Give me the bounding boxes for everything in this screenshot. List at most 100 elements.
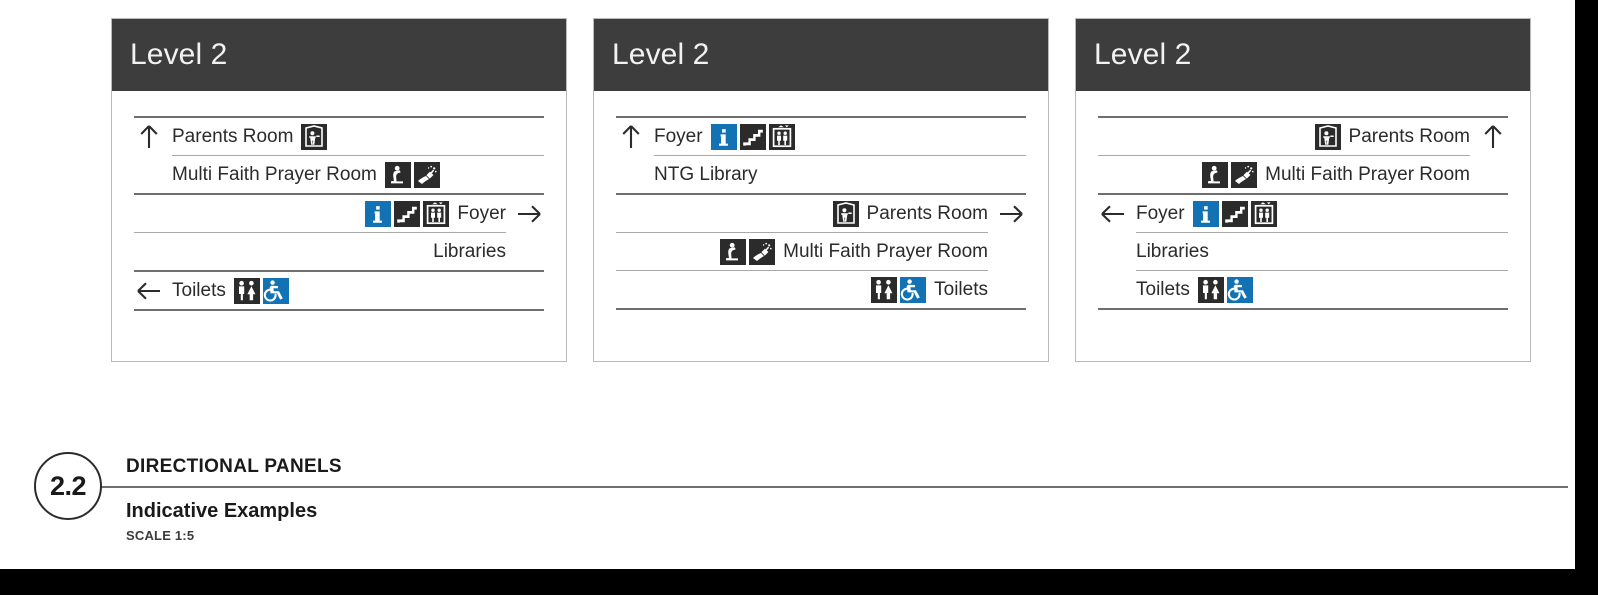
- destination-label: Parents Room: [1348, 126, 1470, 147]
- panel-body: Foyer NTG Library Parents Room Multi Faith …: [594, 91, 1048, 310]
- destination-group: Toilets: [134, 272, 544, 309]
- pictogram-group: [710, 123, 795, 150]
- arrow-up-icon: [1478, 122, 1508, 152]
- directional-row[interactable]: Toilets: [1098, 271, 1508, 308]
- pictogram-group: [384, 161, 440, 188]
- destination-label: Toilets: [1136, 279, 1190, 300]
- directional-row[interactable]: Multi Faith Prayer Room: [616, 233, 1026, 270]
- caption-title: DIRECTIONAL PANELS: [126, 456, 342, 477]
- destination-label: Foyer: [1136, 203, 1185, 224]
- ablution-wash-icon: [1231, 161, 1258, 188]
- ablution-wash-icon: [413, 161, 440, 188]
- directional-row[interactable]: Multi Faith Prayer Room: [134, 156, 544, 193]
- pictogram-group: [1192, 200, 1277, 227]
- destination-label: Parents Room: [172, 126, 294, 147]
- destination-group: Foyer NTG Library: [616, 118, 1026, 193]
- toilets-icon: [871, 276, 898, 303]
- pictogram-group: [301, 123, 328, 150]
- directional-row[interactable]: Parents Room: [134, 118, 544, 155]
- directional-panel: Level 2 Parents Room Multi Faith Prayer Ro…: [111, 18, 567, 362]
- accessible-icon: [900, 276, 927, 303]
- directional-row[interactable]: Parents Room: [616, 195, 1026, 232]
- destination-label: Libraries: [433, 241, 506, 262]
- pictogram-group: [720, 238, 776, 265]
- directional-row[interactable]: Libraries: [1098, 233, 1508, 270]
- stairs-icon: [739, 123, 766, 150]
- directional-row[interactable]: Toilets: [616, 271, 1026, 308]
- arrow-right-icon: [996, 199, 1026, 229]
- destination-label: Parents Room: [866, 203, 988, 224]
- destination-label: Multi Faith Prayer Room: [1265, 164, 1470, 185]
- information-icon: [365, 200, 392, 227]
- directional-row[interactable]: Toilets: [134, 272, 544, 309]
- directional-row[interactable]: NTG Library: [616, 156, 1026, 193]
- panel-level-title: Level 2: [612, 38, 710, 71]
- arrow-left-icon: [1098, 199, 1128, 229]
- parents-room-icon: [832, 200, 859, 227]
- caption-divider: [96, 486, 1568, 488]
- section-number-badge: 2.2: [34, 452, 102, 520]
- arrow-right-icon: [514, 199, 544, 229]
- destination-label: Foyer: [457, 203, 506, 224]
- sheet: Level 2 Parents Room Multi Faith Prayer Ro…: [0, 0, 1575, 569]
- group-divider: [134, 309, 544, 311]
- information-icon: [1192, 200, 1219, 227]
- panel-body: Parents Room Multi Faith Prayer Room Foyer…: [112, 91, 566, 311]
- directional-row[interactable]: Parents Room: [1098, 118, 1508, 155]
- directional-row[interactable]: Libraries: [134, 233, 544, 270]
- stairs-icon: [394, 200, 421, 227]
- directional-row[interactable]: Foyer: [1098, 195, 1508, 232]
- lift-icon: [768, 123, 795, 150]
- toilets-icon: [233, 277, 260, 304]
- stairs-icon: [1221, 200, 1248, 227]
- page-root: Level 2 Parents Room Multi Faith Prayer Ro…: [0, 0, 1598, 595]
- group-divider: [1098, 308, 1508, 310]
- parents-room-icon: [301, 123, 328, 150]
- prayer-kneeling-icon: [1202, 161, 1229, 188]
- destination-group: Parents Room Multi Faith Prayer Room: [134, 118, 544, 193]
- directional-row[interactable]: Foyer: [616, 118, 1026, 155]
- panel-level-title: Level 2: [1094, 38, 1192, 71]
- directional-panels-row: Level 2 Parents Room Multi Faith Prayer Ro…: [0, 0, 1575, 400]
- accessible-icon: [1226, 276, 1253, 303]
- parents-room-icon: [1314, 123, 1341, 150]
- lift-icon: [423, 200, 450, 227]
- caption-scale: SCALE 1:5: [126, 528, 195, 543]
- pictogram-group: [1202, 161, 1258, 188]
- prayer-kneeling-icon: [384, 161, 411, 188]
- destination-label: NTG Library: [654, 164, 758, 185]
- caption-block: 2.2 DIRECTIONAL PANELS Indicative Exampl…: [0, 430, 1575, 560]
- group-divider: [616, 308, 1026, 310]
- destination-label: Toilets: [172, 280, 226, 301]
- section-number: 2.2: [49, 470, 87, 501]
- pictogram-group: [832, 200, 859, 227]
- directional-row[interactable]: Foyer: [134, 195, 544, 232]
- pictogram-group: [233, 277, 289, 304]
- destination-group: Foyer Libraries Toilets: [1098, 195, 1508, 308]
- destination-group: Parents Room Multi Faith Prayer Room Toile…: [616, 195, 1026, 308]
- arrow-up-icon: [616, 122, 646, 152]
- destination-group: Parents Room Multi Faith Prayer Room: [1098, 118, 1508, 193]
- destination-label: Libraries: [1136, 241, 1209, 262]
- panel-header: Level 2: [1076, 19, 1530, 91]
- ablution-wash-icon: [749, 238, 776, 265]
- caption-subtitle: Indicative Examples: [126, 500, 318, 522]
- arrow-left-icon: [134, 276, 164, 306]
- lift-icon: [1250, 200, 1277, 227]
- pictogram-group: [1314, 123, 1341, 150]
- panel-level-title: Level 2: [130, 38, 228, 71]
- accessible-icon: [262, 277, 289, 304]
- pictogram-group: [365, 200, 450, 227]
- destination-label: Toilets: [934, 279, 988, 300]
- panel-header: Level 2: [112, 19, 566, 91]
- panel-header: Level 2: [594, 19, 1048, 91]
- destination-group: Foyer Libraries: [134, 195, 544, 270]
- information-icon: [710, 123, 737, 150]
- panel-body: Parents Room Multi Faith Prayer Room Foyer…: [1076, 91, 1530, 310]
- directional-row[interactable]: Multi Faith Prayer Room: [1098, 156, 1508, 193]
- prayer-kneeling-icon: [720, 238, 747, 265]
- pictogram-group: [1197, 276, 1253, 303]
- pictogram-group: [871, 276, 927, 303]
- toilets-icon: [1197, 276, 1224, 303]
- destination-label: Foyer: [654, 126, 703, 147]
